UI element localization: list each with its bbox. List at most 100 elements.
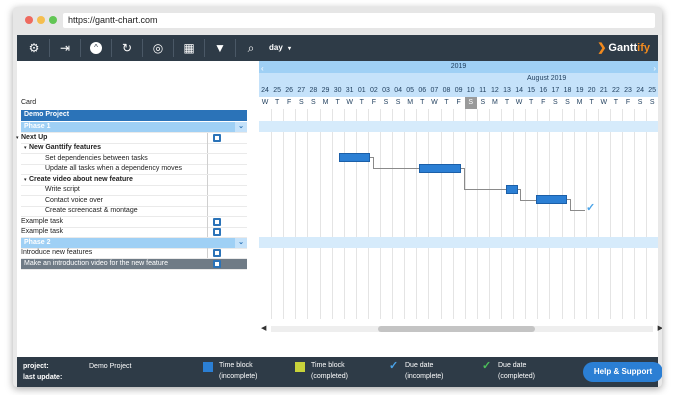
project-row[interactable]: Demo Project [21,110,247,121]
project-label: project: [23,363,49,370]
task-row[interactable]: Write script [21,185,247,195]
column-divider [207,185,208,195]
time-block-bar[interactable] [339,153,370,162]
weekday-letter: T [444,99,449,106]
weekday-letter: W [261,99,269,106]
calendar-icon[interactable]: ▦ [174,35,204,61]
day-number: 25 [648,87,657,94]
target-icon[interactable]: ◎ [143,35,173,61]
task-row[interactable]: Make an introduction video for the new f… [21,258,247,269]
weekday-letter: F [541,99,546,106]
day-number: 21 [599,87,608,94]
grid-line [573,109,575,319]
maximize-window-dot[interactable] [49,16,57,24]
weekday-letter: T [529,99,534,106]
grid-line [319,109,321,319]
chevron-down-icon[interactable]: ⌄ [235,122,247,132]
task-label: Example task [21,217,64,225]
task-label: Create video about new feature [29,175,133,183]
gears-icon[interactable]: ⚙ [19,35,49,61]
task-label: Contact voice over [45,196,103,204]
task-label: Phase 2 [24,238,51,246]
phase-row[interactable]: Phase 2 ⌄ [21,237,247,248]
day-number: 23 [624,87,632,94]
weekday-letter: S [298,99,304,106]
phase-row[interactable]: Phase 1 ⌄ [21,122,247,132]
task-row[interactable]: ▾ Create video about new feature [21,174,247,185]
weekday-letter: S [649,99,655,106]
weekday-letter: S [553,99,558,106]
chevron-down-icon[interactable]: ⌄ [235,237,247,248]
minimize-window-dot[interactable] [37,16,45,24]
scroll-left-arrow-icon[interactable]: ◀ [261,324,266,332]
grid-line [452,109,454,319]
task-label: Phase 1 [24,123,51,130]
weekday-letter: T [420,99,425,106]
day-number: 04 [394,87,402,94]
refresh-icon[interactable]: ↻ [112,35,142,61]
grid-line [622,109,623,319]
legend-label: Time block [219,362,253,369]
caret-down-icon[interactable]: ▾ [24,175,27,185]
card-note-icon[interactable] [213,249,221,257]
grid-line [283,109,285,319]
day-number: 16 [539,87,548,94]
column-divider [207,164,208,174]
time-block-bar[interactable] [506,185,518,194]
time-block-bar[interactable] [419,164,461,173]
month-label: August 2019 [527,75,567,82]
dependency-line [520,189,521,200]
day-number: 03 [382,87,390,94]
grid-line [597,109,599,319]
weekday-letter: W [600,99,608,106]
due-date-check-icon[interactable]: ✓ [586,201,595,214]
column-divider [207,248,208,258]
grid-line [609,109,611,319]
day-number: 02 [369,87,378,94]
dependency-line [373,168,419,169]
task-row[interactable]: Example task [21,227,247,237]
grid-line [295,109,297,319]
horizontal-scrollbar[interactable]: ◀ ▶ [261,325,662,333]
grid-line [513,109,515,319]
day-number: 24 [636,87,644,94]
task-row[interactable]: Introduce new features [21,248,247,258]
day-number: 08 [442,87,451,94]
scroll-right-arrow-icon[interactable]: ▶ [658,324,662,332]
day-number: 05 [406,87,415,94]
task-row[interactable]: ▾ New Ganttify features [21,143,247,153]
legend-due-completed-check-icon: ✓ [482,360,492,372]
card-note-icon[interactable] [213,133,221,142]
view-select[interactable]: day ▾ [269,35,291,61]
scroll-thumb[interactable] [378,326,535,332]
legend-sublabel: (incomplete) [405,373,444,380]
day-numbers-row: 24 25 26 27 28 29 30 31 01 02 03 04 05 06 07 08 09 10 11 12… [259,85,658,97]
task-row[interactable]: Update all tasks when a dependency moves [21,164,247,174]
day-number: 31 [345,87,354,94]
filter-icon[interactable]: ▼ [205,35,235,61]
grid-line [585,109,587,319]
day-number: 25 [273,87,281,94]
weekday-letter: W [431,99,438,106]
collapse-up-icon[interactable]: ^ [81,35,111,61]
task-row[interactable]: Example task [21,216,247,227]
card-note-icon[interactable] [213,228,221,236]
time-block-bar[interactable] [536,195,567,204]
card-note-icon[interactable] [213,217,221,226]
day-number: 29 [321,87,330,94]
export-icon[interactable]: ⇥ [50,35,80,61]
search-icon[interactable]: ⌕ [236,35,266,61]
chevron-down-icon: ▾ [288,46,292,52]
card-note-icon[interactable] [213,259,221,268]
task-row[interactable]: Create screencast & montage [21,206,247,216]
help-support-button[interactable]: Help & Support [583,362,662,382]
day-number: 06 [418,87,427,94]
url-bar[interactable]: https://gantt-chart.com [63,13,655,28]
phase-2-band [259,237,658,248]
close-window-dot[interactable] [25,16,33,24]
task-row[interactable]: ▾ Next Up [16,132,247,143]
task-row[interactable]: Contact voice over [21,195,247,206]
caret-down-icon[interactable]: ▾ [16,133,19,143]
caret-down-icon[interactable]: ▾ [24,143,27,153]
task-row[interactable]: Set dependencies between tasks [21,153,247,164]
